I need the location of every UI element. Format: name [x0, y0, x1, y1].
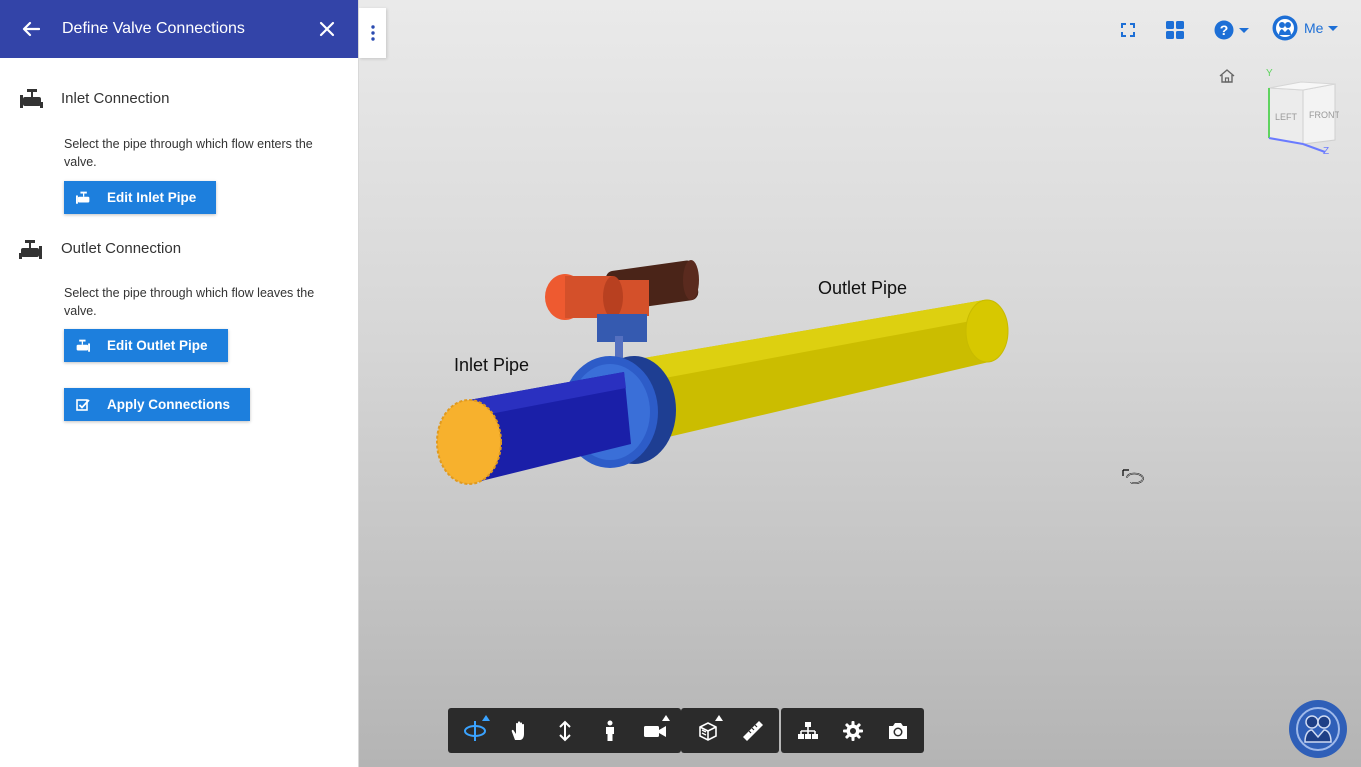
zoom-icon — [558, 720, 571, 741]
arrow-left-icon — [22, 21, 40, 37]
edit-outlet-pipe-label: Edit Outlet Pipe — [107, 338, 208, 353]
define-valve-connections-panel: Define Valve Connections Inlet Connectio… — [0, 0, 359, 767]
settings-tool[interactable] — [830, 708, 875, 753]
outlet-connection-heading: Outlet Connection — [61, 240, 182, 257]
close-button[interactable] — [296, 0, 358, 58]
edit-inlet-pipe-button[interactable]: Edit Inlet Pipe — [64, 181, 217, 214]
panel-header: Define Valve Connections — [0, 0, 358, 58]
screenshot-icon — [888, 722, 907, 739]
inlet-pipe[interactable] — [436, 372, 631, 485]
zoom-tool[interactable] — [542, 708, 587, 753]
model-browser-icon — [797, 721, 818, 739]
navigation-toolbar — [448, 708, 681, 753]
inlet-valve-icon — [20, 89, 43, 108]
apply-connections-label: Apply Connections — [107, 397, 231, 412]
orbit-cursor-icon — [1122, 469, 1144, 484]
pan-icon — [511, 720, 524, 740]
model-toolbar — [681, 708, 779, 753]
settings-icon — [842, 720, 863, 741]
inlet-description: Select the pipe through which flow enter… — [64, 137, 313, 169]
outlet-valve-icon — [74, 338, 92, 354]
settings-toolbar — [781, 708, 924, 753]
close-icon — [319, 21, 335, 37]
orbit-tool[interactable] — [452, 708, 497, 753]
checkbox-check-icon — [74, 397, 92, 413]
section-tool[interactable] — [685, 708, 730, 753]
valve-actuator[interactable] — [545, 260, 699, 362]
section-icon — [698, 721, 717, 741]
outlet-pipe-label: Outlet Pipe — [818, 278, 908, 298]
section-flyout-icon — [715, 715, 723, 721]
panel-title: Define Valve Connections — [62, 20, 245, 37]
scene-canvas — [436, 260, 1144, 485]
edit-outlet-pipe-button[interactable]: Edit Outlet Pipe — [64, 329, 228, 362]
measure-tool[interactable] — [730, 708, 775, 753]
outlet-valve-icon — [19, 240, 42, 259]
first-person-icon — [605, 720, 614, 741]
pan-tool[interactable] — [497, 708, 542, 753]
orbit-icon — [463, 720, 486, 741]
screenshot-tool[interactable] — [875, 708, 920, 753]
inlet-valve-icon — [74, 190, 92, 206]
brand-logo-icon — [1296, 707, 1340, 751]
camera-tool[interactable] — [632, 708, 677, 753]
brand-badge[interactable] — [1289, 700, 1347, 758]
edit-inlet-pipe-label: Edit Inlet Pipe — [107, 190, 197, 205]
apply-connections-button[interactable]: Apply Connections — [64, 388, 251, 421]
model-browser-tool[interactable] — [785, 708, 830, 753]
outlet-description: Select the pipe through which flow leave… — [64, 286, 315, 318]
measure-icon — [742, 720, 763, 741]
camera-flyout-icon — [662, 715, 670, 721]
inlet-pipe-label: Inlet Pipe — [454, 355, 530, 375]
3d-viewer[interactable]: ? Me LEFT FRONT Y Z Inlet Pipe Outlet Pi… — [359, 0, 1361, 767]
inlet-connection-heading: Inlet Connection — [61, 90, 170, 107]
first-person-tool[interactable] — [587, 708, 632, 753]
orbit-flyout-icon — [482, 715, 490, 721]
camera-icon — [643, 725, 666, 737]
back-button[interactable] — [0, 0, 62, 58]
outlet-pipe[interactable] — [644, 299, 1009, 438]
